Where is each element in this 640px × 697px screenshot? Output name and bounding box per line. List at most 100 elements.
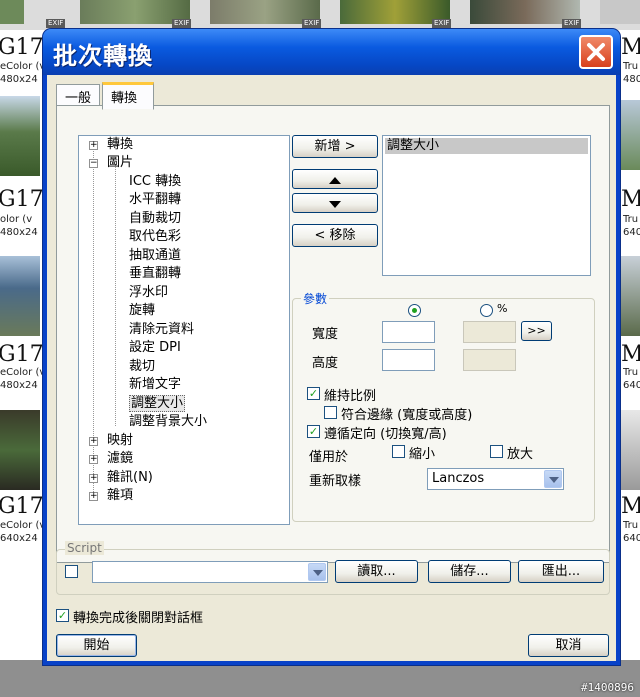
tree-item-label: 裁切 (129, 359, 156, 374)
tree-item-clear-metadata[interactable]: 清除元資料 (129, 321, 194, 339)
thumbnail[interactable] (620, 100, 640, 170)
tree-item-icc[interactable]: ICC 轉換 (129, 173, 181, 191)
script-enable-checkbox[interactable] (65, 565, 78, 578)
tab-label: 一般 (65, 91, 92, 106)
applied-operations-list[interactable]: 調整大小 (382, 135, 591, 276)
add-button[interactable]: 新增 > (292, 135, 378, 158)
status-area (0, 660, 640, 697)
tree-item-label: 抽取通道 (129, 248, 182, 263)
thumbnail[interactable] (0, 0, 24, 24)
chevron-down-icon[interactable] (308, 563, 326, 581)
resample-select[interactable]: Lanczos (427, 468, 564, 490)
save-script-button[interactable]: 儲存... (428, 560, 511, 583)
tree-item-add-text[interactable]: 新增文字 (129, 376, 181, 394)
move-up-button[interactable] (292, 169, 378, 189)
enlarge-checkbox[interactable] (490, 445, 503, 458)
exif-badge: EXIF (562, 19, 582, 28)
tree-item-map[interactable]: + 映射 (89, 432, 133, 450)
expand-icon[interactable]: + (89, 492, 98, 501)
file-info: 480x24 (0, 74, 38, 85)
cancel-button[interactable]: 取消 (528, 634, 609, 657)
export-script-button[interactable]: 匯出... (518, 560, 604, 583)
file-info: 640x24 (0, 533, 38, 544)
chevron-down-icon[interactable] (544, 470, 562, 488)
tree-item-filter[interactable]: + 濾鏡 (89, 450, 133, 468)
thumbnail[interactable] (0, 96, 40, 176)
tree-item-watermark[interactable]: 浮水印 (129, 284, 168, 302)
expand-icon[interactable]: + (89, 474, 98, 483)
height-label: 高度 (312, 356, 339, 371)
follow-orientation-checkbox[interactable]: ✓ (307, 425, 320, 438)
pixels-radio[interactable] (408, 304, 421, 317)
expand-icon[interactable]: + (89, 455, 98, 464)
height-input[interactable] (382, 349, 435, 371)
thumbnail[interactable] (620, 256, 640, 336)
thumbnail[interactable] (620, 410, 640, 490)
tree-item-label: 圖片 (107, 155, 134, 170)
collapse-icon[interactable]: − (89, 159, 98, 168)
tree-item-convert[interactable]: + 轉換 (89, 136, 133, 154)
tab-convert[interactable]: 轉換 (102, 82, 154, 110)
tree-item-auto-crop[interactable]: 自動裁切 (129, 210, 181, 228)
tree-item-resize[interactable]: 調整大小 (129, 395, 186, 413)
file-name-label: M (621, 494, 640, 519)
link-button[interactable]: >> (521, 321, 552, 341)
file-info: Tru (623, 367, 639, 378)
fit-edge-checkbox[interactable] (324, 406, 337, 419)
tree-item-resize-canvas[interactable]: 調整背景大小 (129, 413, 207, 431)
load-script-button[interactable]: 讀取... (335, 560, 418, 583)
shrink-checkbox[interactable] (392, 445, 405, 458)
file-info: Tru (623, 214, 639, 225)
tree-item-replace-color[interactable]: 取代色彩 (129, 228, 181, 246)
close-button[interactable] (579, 35, 613, 69)
file-name-label: M (621, 187, 640, 212)
tree-item-label: 轉換 (107, 137, 134, 152)
start-button[interactable]: 開始 (56, 634, 137, 657)
tree-item-image[interactable]: − 圖片 (89, 154, 133, 172)
file-info: Tru (623, 61, 639, 72)
close-icon (587, 43, 605, 61)
remove-button[interactable]: < 移除 (292, 224, 378, 247)
keep-ratio-checkbox[interactable]: ✓ (307, 387, 320, 400)
thumbnail[interactable] (600, 0, 640, 24)
tab-label: 轉換 (111, 91, 138, 106)
file-name-label: M (621, 35, 640, 60)
close-when-done-checkbox[interactable]: ✓ (56, 609, 69, 622)
percent-radio[interactable] (480, 304, 493, 317)
thumbnail[interactable] (0, 410, 40, 490)
tree-item-label: 旋轉 (129, 303, 156, 318)
title-bar[interactable]: 批次轉換 (43, 29, 620, 75)
dialog-title: 批次轉換 (53, 42, 153, 70)
tree-item-misc[interactable]: + 雜項 (89, 487, 133, 505)
file-info: 480x24 (0, 380, 38, 391)
file-info: 640 (623, 380, 640, 391)
expand-icon[interactable]: + (89, 437, 98, 446)
width-input[interactable] (382, 321, 435, 343)
tree-item-noise[interactable]: + 雜訊(N) (89, 469, 153, 487)
operations-tree[interactable]: + 轉換 − 圖片 ICC 轉換 水平翻轉 自動裁切 取代色彩 抽取通道 垂直翻… (78, 135, 290, 525)
apply-to-label: 僅用於 (309, 450, 349, 465)
tree-item-label: 水平翻轉 (129, 192, 182, 207)
batch-convert-dialog: 批次轉換 一般 轉換 + 轉換 − 圖片 ICC 轉換 水平翻轉 自動裁切 取代… (43, 29, 620, 665)
tree-item-label: 取代色彩 (129, 229, 182, 244)
tree-item-flip-vertical[interactable]: 垂直翻轉 (129, 265, 181, 283)
script-select[interactable] (92, 561, 328, 583)
tree-item-rotate[interactable]: 旋轉 (129, 302, 155, 320)
width-label: 寬度 (312, 327, 339, 342)
thumbnail[interactable] (0, 256, 40, 336)
tree-item-label: 映射 (107, 433, 134, 448)
tab-general[interactable]: 一般 (56, 84, 100, 106)
script-legend: Script (65, 541, 104, 555)
width-percent-input[interactable] (463, 321, 516, 343)
tree-item-flip-horizontal[interactable]: 水平翻轉 (129, 191, 181, 209)
tree-item-crop[interactable]: 裁切 (129, 358, 155, 376)
exif-badge: EXIF (46, 19, 66, 28)
exif-badge: EXIF (302, 19, 322, 28)
expand-icon[interactable]: + (89, 141, 98, 150)
tree-item-extract-channel[interactable]: 抽取通道 (129, 247, 181, 265)
tree-item-set-dpi[interactable]: 設定 DPI (129, 339, 181, 357)
list-item[interactable]: 調整大小 (385, 138, 588, 154)
height-percent-input[interactable] (463, 349, 516, 371)
move-down-button[interactable] (292, 193, 378, 213)
resample-value: Lanczos (432, 471, 485, 486)
